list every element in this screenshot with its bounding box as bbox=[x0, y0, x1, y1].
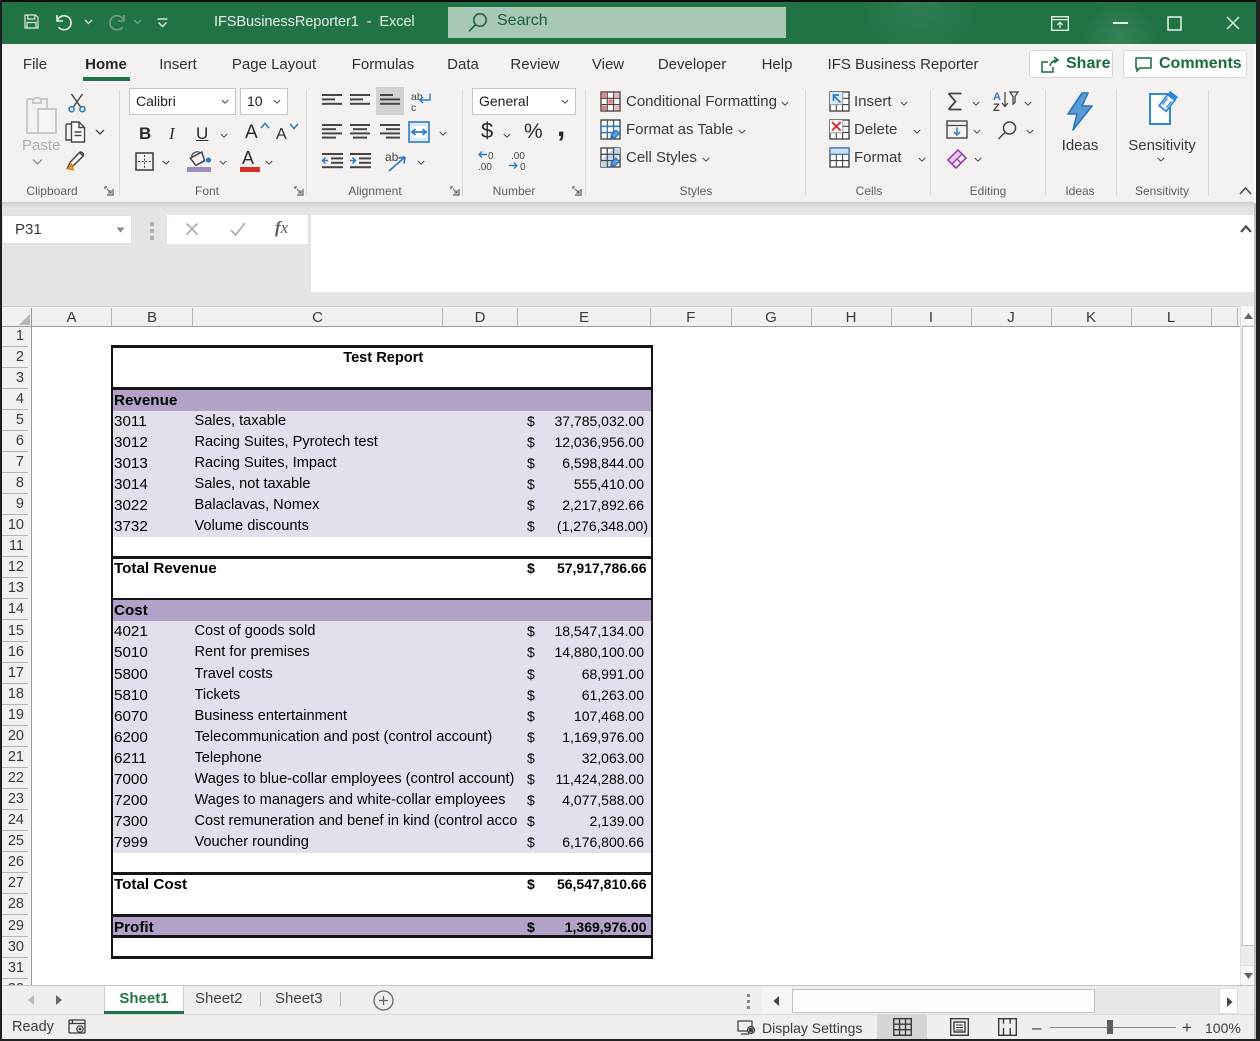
svg-text:c: c bbox=[411, 102, 416, 114]
svg-text:.00: .00 bbox=[511, 151, 525, 162]
svg-text:0: 0 bbox=[488, 151, 494, 162]
svg-text:0: 0 bbox=[520, 162, 526, 173]
svg-text:.00: .00 bbox=[478, 162, 492, 173]
svg-text:ab: ab bbox=[385, 150, 399, 164]
svg-text:Z: Z bbox=[993, 102, 1000, 114]
